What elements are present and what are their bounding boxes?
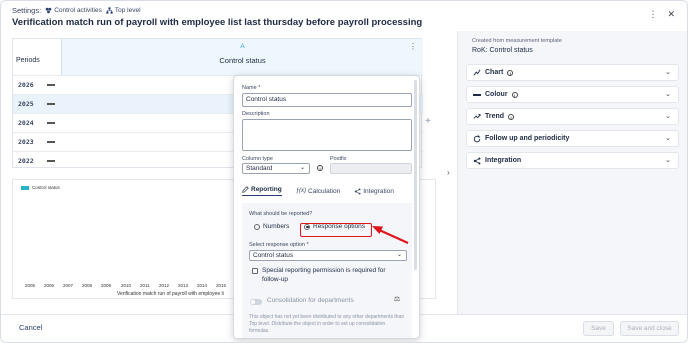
accordion-trend[interactable]: Trend i ⌄ xyxy=(466,108,679,125)
chevron-down-icon: ⌄ xyxy=(665,69,671,76)
hierarchy-icon xyxy=(106,7,113,14)
accordion-chart[interactable]: Chart i ⌄ xyxy=(466,64,679,81)
consolidation-label: Consolidation for departments xyxy=(267,297,354,304)
empty-value-dash xyxy=(47,84,55,86)
year-label: 2025 xyxy=(18,100,34,108)
x-axis-label: Verification match run of payroll with e… xyxy=(117,291,224,297)
column-name: Control status xyxy=(219,56,266,65)
x-tick: 2014 xyxy=(197,283,208,288)
column-letter: A xyxy=(240,43,245,50)
x-tick: 2008 xyxy=(82,283,93,288)
year-label: 2024 xyxy=(18,119,34,127)
legend-label: Control status xyxy=(32,185,60,190)
radio-circle xyxy=(254,223,260,230)
description-field[interactable] xyxy=(242,119,412,151)
tab-calculation[interactable]: ƒ(x) Calculation xyxy=(296,186,341,196)
trend-icon xyxy=(473,114,481,119)
function-icon: ƒ(x) xyxy=(295,188,307,194)
highlight-box xyxy=(300,223,372,237)
info-icon[interactable]: i xyxy=(508,113,515,120)
save-button[interactable]: Save xyxy=(583,321,614,336)
checkbox xyxy=(252,268,258,274)
integration-icon xyxy=(354,187,361,195)
save-and-close-button[interactable]: Save and close xyxy=(620,321,679,336)
column-editor-popover: Name * Control status Description Column… xyxy=(233,75,420,339)
chevron-down-icon: ⌄ xyxy=(396,252,402,258)
info-icon[interactable]: i xyxy=(507,69,514,76)
chevron-down-icon: ⌄ xyxy=(665,113,671,120)
x-tick: 2012 xyxy=(159,283,170,288)
chevron-down-icon: ⌄ xyxy=(665,91,671,98)
chevron-down-icon: ⌄ xyxy=(299,165,305,171)
empty-value-dash xyxy=(47,122,55,124)
year-label: 2026 xyxy=(18,81,34,89)
column-type-label: Column type xyxy=(242,156,273,162)
editor-tabs: Reporting ƒ(x) Calculation Integration xyxy=(242,186,394,196)
name-label: Name * xyxy=(242,85,261,91)
column-a-header[interactable]: A Control status ⋮ xyxy=(61,39,423,75)
postfix-label: Postfix xyxy=(330,156,347,162)
info-icon[interactable]: i xyxy=(317,165,323,171)
tab-reporting[interactable]: Reporting xyxy=(242,186,282,196)
cancel-button[interactable]: Cancel xyxy=(19,323,42,332)
x-tick: 2011 xyxy=(140,283,150,288)
accordion-colour[interactable]: Colour i ⌄ xyxy=(466,86,679,103)
accordion-follow-up[interactable]: Follow up and periodicity ⌄ xyxy=(466,130,679,147)
description-label: Description xyxy=(242,111,270,117)
popover-scrollbar[interactable] xyxy=(414,80,417,270)
settings-label: Settings: xyxy=(12,6,42,15)
column-menu-icon[interactable]: ⋮ xyxy=(409,42,417,51)
settings-dialog: Settings: Control activities Top level V… xyxy=(0,0,688,343)
template-source-label: Created from measurement template xyxy=(472,38,562,44)
periods-label: Periods xyxy=(16,57,40,64)
settings-sidebar: Created from measurement template RoK: C… xyxy=(457,31,687,314)
response-option-select[interactable]: Control status ⌄ xyxy=(249,250,407,261)
special-permission-checkbox[interactable]: Special reporting permission is required… xyxy=(252,267,402,284)
distribute-icon[interactable]: ⚖ xyxy=(391,295,403,305)
more-options-icon[interactable]: ⋮ xyxy=(648,9,657,20)
x-tick: 2005 xyxy=(25,283,36,288)
accordion-integration[interactable]: Integration ⌄ xyxy=(466,152,679,169)
x-tick: 2013 xyxy=(178,283,189,288)
x-tick: 2006 xyxy=(44,283,55,288)
consolidation-toggle[interactable] xyxy=(250,299,262,305)
x-tick: 2010 xyxy=(121,283,132,288)
colour-icon xyxy=(473,93,481,96)
crumb-control-activities[interactable]: Control activities xyxy=(45,7,102,14)
edit-icon xyxy=(242,186,249,193)
page-title: Verification match run of payroll with e… xyxy=(12,17,423,28)
close-icon[interactable]: ✕ xyxy=(667,9,675,20)
chart-legend: Control status xyxy=(21,185,60,190)
cluster-icon xyxy=(45,7,52,14)
chevron-down-icon: ⌄ xyxy=(665,135,671,142)
empty-value-dash xyxy=(47,103,55,105)
info-icon[interactable]: i xyxy=(511,91,518,98)
chevron-right-icon[interactable]: › xyxy=(447,168,450,177)
template-name: RoK: Control status xyxy=(472,47,533,54)
x-tick: 2015 xyxy=(216,283,227,288)
consolidation-note: This object has not yet been distributed… xyxy=(249,314,405,334)
crumb-top-level[interactable]: Top level xyxy=(106,7,141,14)
select-response-label: Select response option * xyxy=(249,242,309,248)
year-label: 2023 xyxy=(18,138,34,146)
tab-integration[interactable]: Integration xyxy=(354,186,394,196)
add-column-icon[interactable]: + xyxy=(425,116,431,127)
radio-numbers[interactable]: Numbers xyxy=(254,223,289,230)
column-type-select[interactable]: Standard ⌄ xyxy=(242,163,310,174)
legend-swatch xyxy=(21,185,29,190)
report-question: What should be reported? xyxy=(249,211,313,217)
name-field[interactable]: Control status xyxy=(242,93,412,107)
empty-value-dash xyxy=(47,160,55,162)
chart-icon xyxy=(473,69,481,76)
refresh-icon xyxy=(473,134,481,142)
x-tick: 2009 xyxy=(101,283,112,288)
empty-value-dash xyxy=(47,141,55,143)
settings-breadcrumb: Settings: Control activities Top level xyxy=(12,6,141,15)
x-tick: 2007 xyxy=(63,283,74,288)
chevron-down-icon: ⌄ xyxy=(665,157,671,164)
annotation-arrow-icon xyxy=(372,226,409,245)
year-label: 2022 xyxy=(18,157,34,165)
integration-icon xyxy=(473,157,481,164)
postfix-field[interactable] xyxy=(330,163,412,174)
